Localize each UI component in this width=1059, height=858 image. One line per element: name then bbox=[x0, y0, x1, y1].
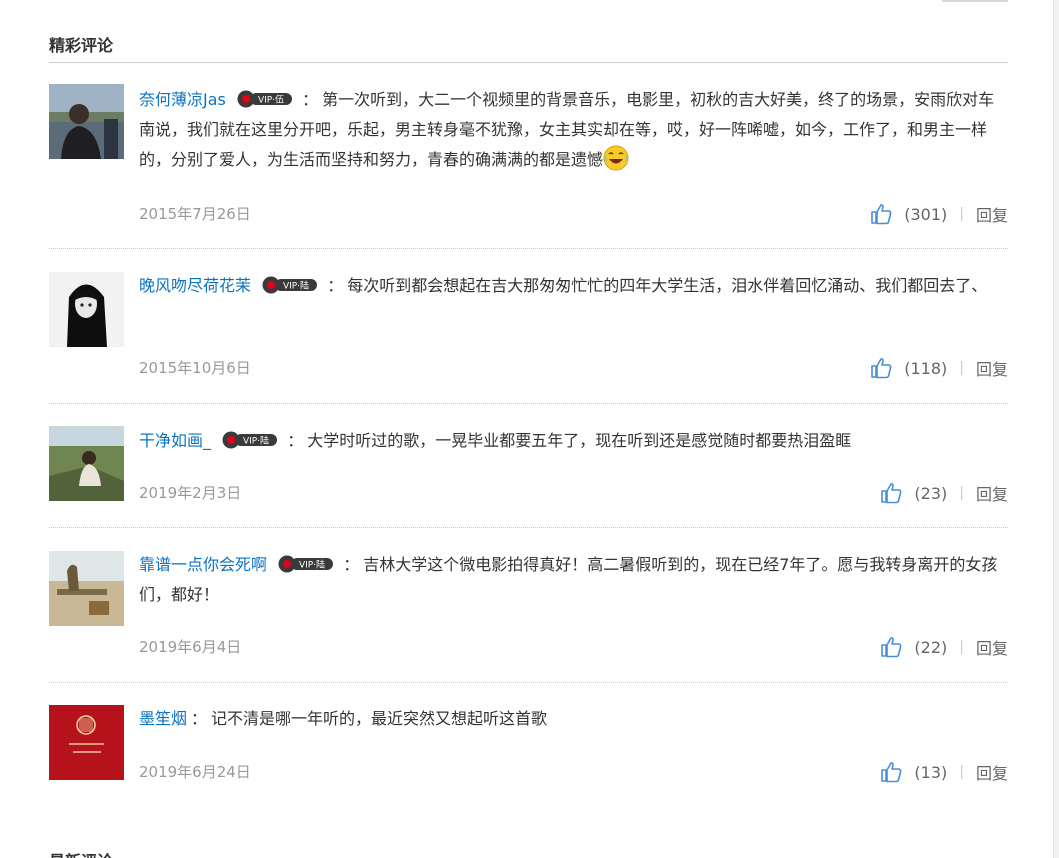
comment-item: 墨笙烟：记不清是哪一年听的，最近突然又想起听这首歌 2019年6月24日 (13… bbox=[49, 705, 1008, 800]
comment-text: 吉林大学这个微电影拍得真好！高二暑假听到的，现在已经7年了。愿与我转身离开的女孩… bbox=[139, 555, 998, 604]
laughing-tears-icon bbox=[603, 145, 629, 171]
action-divider: | bbox=[959, 485, 964, 501]
vip-badge-icon: VIP·陆 bbox=[262, 276, 318, 294]
comment-username[interactable]: 靠谱一点你会死啊 bbox=[139, 555, 267, 574]
comment-item: 靠谱一点你会死啊 VIP·陆 ：吉林大学这个微电影拍得真好！高二暑假听到的，现在… bbox=[49, 551, 1008, 683]
reply-button[interactable]: 回复 bbox=[976, 202, 1008, 226]
avatar[interactable] bbox=[49, 705, 124, 780]
top-divider-stub bbox=[942, 0, 1008, 2]
reply-button[interactable]: 回复 bbox=[976, 481, 1008, 505]
action-divider: | bbox=[959, 206, 964, 222]
comment-item: 晚风吻尽荷花茉 VIP·陆 ：每次听到都会想起在吉大那匆匆忙忙的四年大学生活，泪… bbox=[49, 272, 1008, 404]
comment-date: 2015年10月6日 bbox=[139, 359, 251, 377]
section-header: 精彩评论 bbox=[49, 35, 1008, 63]
thumbs-up-icon bbox=[881, 637, 902, 658]
comment-item: 干净如画_ VIP·陆 ：大学时听过的歌，一晃毕业都要五年了，现在听到还是感觉随… bbox=[49, 426, 1008, 528]
comment-username[interactable]: 墨笙烟 bbox=[139, 709, 187, 728]
vip-badge-text: VIP·伍 bbox=[258, 95, 284, 106]
comment-date: 2019年6月24日 bbox=[139, 763, 251, 781]
vip-badge-text: VIP·陆 bbox=[283, 280, 309, 292]
section-title: 精彩评论 bbox=[49, 36, 114, 55]
vip-badge-text: VIP·陆 bbox=[299, 559, 325, 571]
next-section-title: 最新评论 bbox=[49, 848, 113, 858]
like-button[interactable]: (22) bbox=[880, 636, 947, 658]
page-scrollbar[interactable] bbox=[1053, 0, 1059, 858]
reply-button[interactable]: 回复 bbox=[976, 635, 1008, 659]
like-count: (23) bbox=[914, 483, 948, 503]
comment-text: 大学时听过的歌，一晃毕业都要五年了，现在听到还是感觉随时都要热泪盈眶 bbox=[307, 431, 852, 450]
like-count: (301) bbox=[904, 204, 948, 224]
comment-text: 每次听到都会想起在吉大那匆匆忙忙的四年大学生活，泪水伴着回忆涌动、我们都回去了、 bbox=[347, 276, 988, 295]
comment-username[interactable]: 干净如画_ bbox=[139, 431, 211, 450]
avatar[interactable] bbox=[49, 551, 124, 626]
comment-username[interactable]: 奈何薄凉Jas bbox=[139, 90, 226, 109]
avatar[interactable] bbox=[49, 426, 124, 501]
avatar[interactable] bbox=[49, 84, 124, 159]
avatar[interactable] bbox=[49, 272, 124, 347]
like-button[interactable]: (301) bbox=[870, 203, 947, 225]
vip-badge-text: VIP·陆 bbox=[243, 435, 269, 447]
vip-badge-icon: VIP·伍 bbox=[237, 90, 292, 108]
thumbs-up-icon bbox=[871, 358, 892, 379]
like-count: (13) bbox=[914, 762, 948, 782]
like-count: (118) bbox=[904, 358, 948, 378]
like-button[interactable]: (118) bbox=[870, 357, 947, 379]
like-button[interactable]: (13) bbox=[880, 761, 947, 783]
like-button[interactable]: (23) bbox=[880, 482, 947, 504]
comment-item: 奈何薄凉Jas VIP·伍 ：第一次听到，大二一个视频里的背景音乐，电影里，初秋… bbox=[49, 84, 1008, 249]
action-divider: | bbox=[959, 360, 964, 376]
comment-text: 记不清是哪一年听的，最近突然又想起听这首歌 bbox=[211, 709, 548, 728]
thumbs-up-icon bbox=[881, 483, 902, 504]
comment-date: 2019年2月3日 bbox=[139, 484, 242, 502]
comment-date: 2015年7月26日 bbox=[139, 205, 251, 223]
comment-date: 2019年6月4日 bbox=[139, 638, 242, 656]
thumbs-up-icon bbox=[871, 204, 892, 225]
reply-button[interactable]: 回复 bbox=[976, 356, 1008, 380]
reply-button[interactable]: 回复 bbox=[976, 760, 1008, 784]
comment-username[interactable]: 晚风吻尽荷花茉 bbox=[139, 276, 251, 295]
vip-badge-icon: VIP·陆 bbox=[222, 431, 278, 449]
thumbs-up-icon bbox=[881, 762, 902, 783]
action-divider: | bbox=[959, 764, 964, 780]
like-count: (22) bbox=[914, 637, 948, 657]
vip-badge-icon: VIP·陆 bbox=[278, 555, 334, 573]
action-divider: | bbox=[959, 639, 964, 655]
